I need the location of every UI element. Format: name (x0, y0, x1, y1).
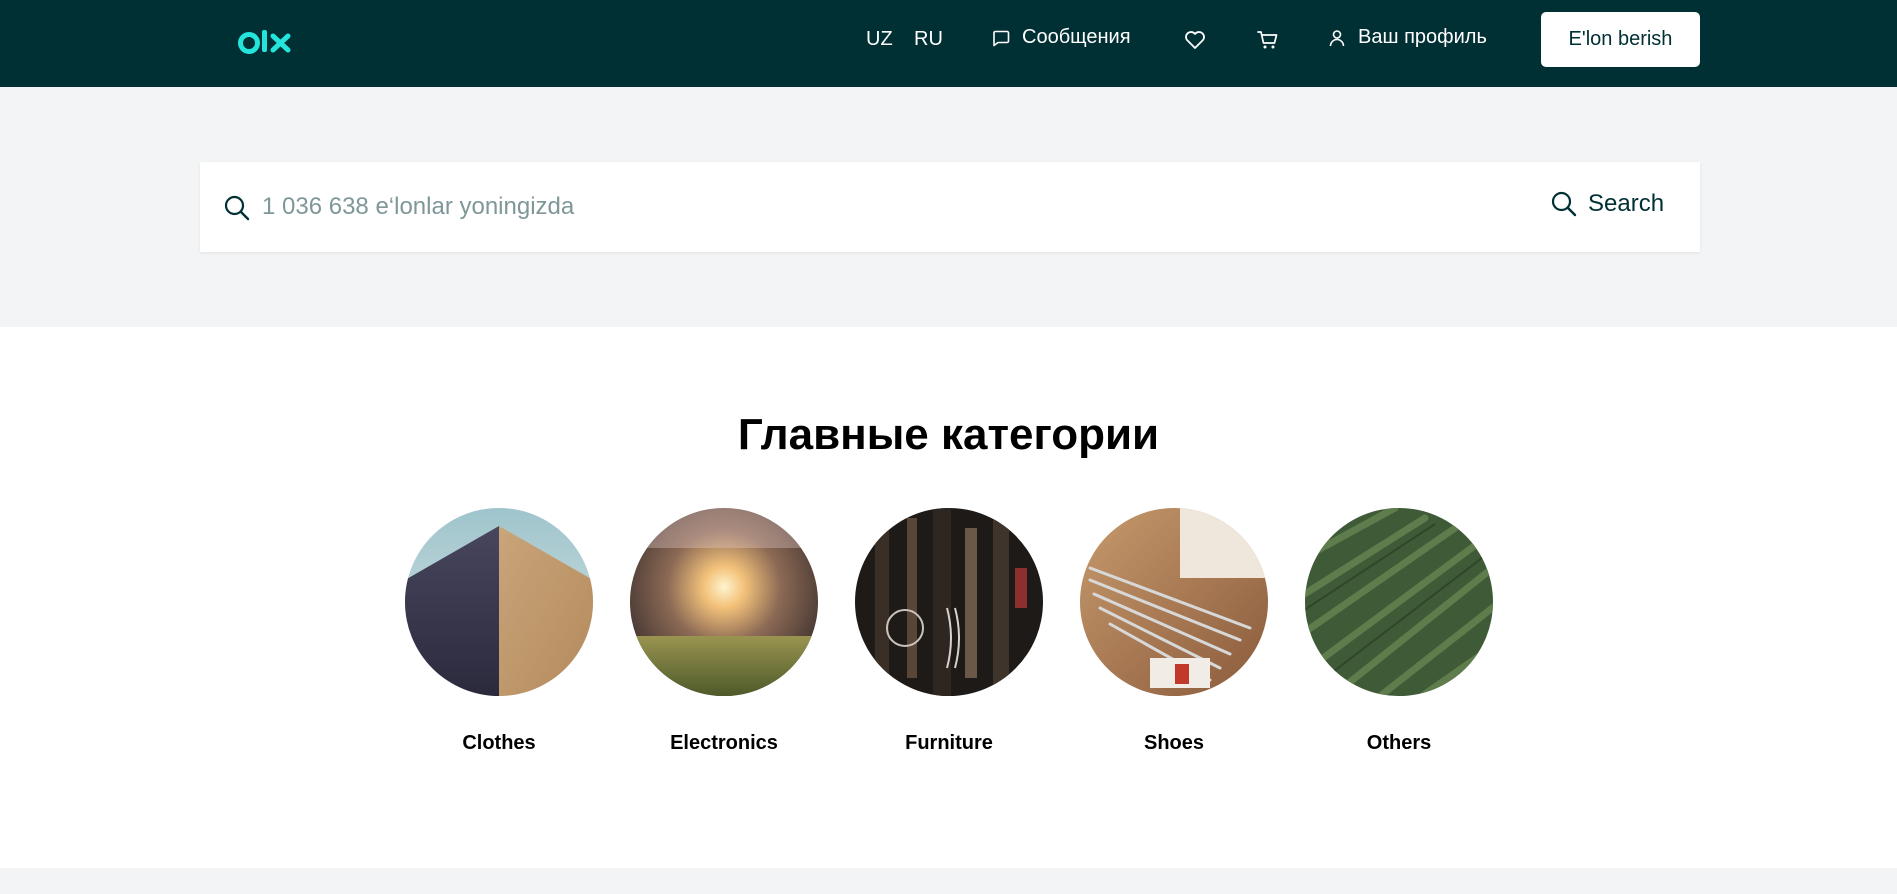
heart-icon (1185, 31, 1205, 49)
profile-link[interactable]: Ваш профиль (1328, 26, 1487, 49)
category-shoes[interactable]: Shoes (1080, 508, 1268, 755)
user-icon (1329, 29, 1345, 46)
lang-uz-link[interactable]: UZ (866, 28, 893, 51)
search-button-label: Search (1588, 190, 1665, 217)
favorites-button[interactable] (1184, 30, 1206, 50)
category-furniture[interactable]: Furniture (855, 508, 1043, 755)
category-image (855, 508, 1043, 696)
messages-link[interactable]: Сообщения (992, 26, 1131, 49)
post-ad-button[interactable]: E'lon berish (1541, 12, 1700, 67)
search-button[interactable]: Search (1550, 190, 1664, 218)
category-clothes[interactable]: Clothes (405, 508, 593, 755)
search-section: Search (0, 87, 1897, 327)
cart-icon (1257, 31, 1278, 49)
category-label: Furniture (905, 732, 993, 754)
category-others[interactable]: Others (1305, 508, 1493, 755)
chat-icon (993, 30, 1010, 46)
olx-logo[interactable] (238, 26, 294, 56)
search-input[interactable] (262, 182, 1262, 232)
category-image (1080, 508, 1268, 696)
lang-ru-link[interactable]: RU (914, 28, 943, 51)
categories-heading: Главные категории (737, 410, 1160, 459)
category-electronics[interactable]: Electronics (630, 508, 818, 755)
profile-label: Ваш профиль (1358, 26, 1487, 48)
category-image (1305, 508, 1493, 696)
top-header: UZ RU Сообщения Ваш профиль E'lon berish (0, 0, 1897, 87)
cart-button[interactable] (1257, 30, 1279, 50)
category-image (405, 508, 593, 696)
category-label: Others (1366, 732, 1432, 754)
category-label: Electronics (670, 732, 778, 754)
category-label: Clothes (462, 732, 536, 754)
category-image (630, 508, 818, 696)
category-label: Shoes (1143, 732, 1205, 754)
search-icon (224, 195, 250, 221)
messages-label: Сообщения (1022, 26, 1131, 48)
footer-band (0, 868, 1897, 894)
search-icon (1551, 191, 1577, 217)
search-bar: Search (200, 162, 1700, 252)
